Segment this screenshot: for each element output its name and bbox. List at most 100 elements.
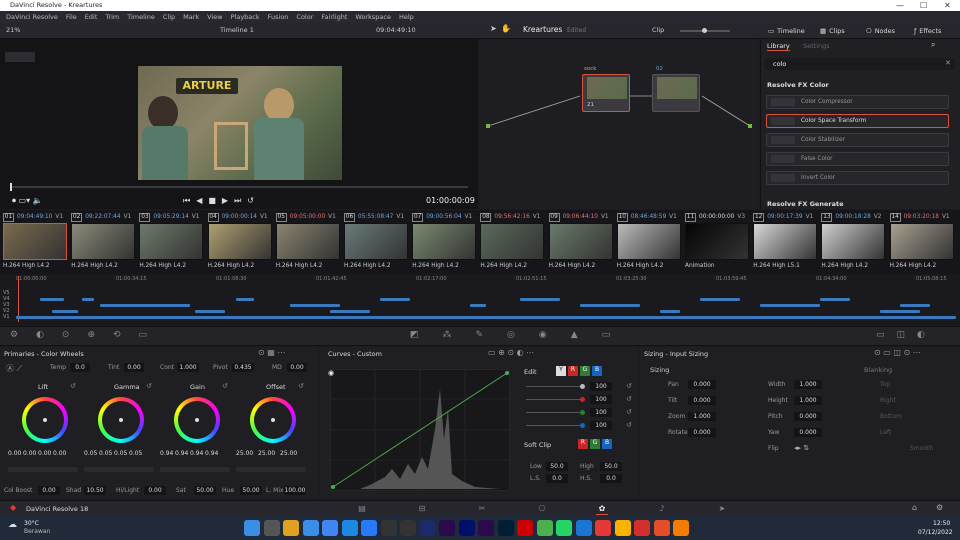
color-wheel[interactable] — [98, 397, 144, 443]
maximize-icon[interactable]: ☐ — [920, 0, 927, 11]
wheel-value[interactable]: 25.00 — [280, 450, 297, 457]
clip-thumbnail[interactable] — [889, 223, 954, 260]
edit-value[interactable]: 100 — [590, 408, 612, 417]
taskbar-app-icon[interactable] — [283, 520, 299, 536]
timeline-clip[interactable] — [580, 304, 640, 307]
channel-toggles[interactable]: Y R G B — [556, 366, 612, 376]
wheel-value[interactable]: 0.00 — [23, 450, 36, 457]
fx-item[interactable]: False Color — [766, 152, 949, 166]
taskbar-app-icon[interactable] — [478, 520, 494, 536]
timeline-clip[interactable] — [330, 310, 370, 313]
page-button[interactable]: ▤ — [356, 503, 368, 515]
color-wheel[interactable] — [174, 397, 220, 443]
taskbar-app-icon[interactable] — [263, 520, 280, 536]
sizing-param-field[interactable]: 1.000 — [794, 380, 822, 389]
timeline-clip[interactable] — [290, 304, 340, 307]
tab-settings[interactable]: Settings — [803, 42, 830, 50]
timeline-clip[interactable] — [700, 298, 740, 301]
taskbar-app-icon[interactable] — [380, 520, 397, 536]
menu-item[interactable]: Clip — [159, 13, 179, 21]
master-wheel-slider[interactable] — [236, 467, 306, 472]
timeline-clip[interactable] — [52, 310, 78, 313]
taskbar-app-icon[interactable] — [497, 520, 514, 536]
edit-slider[interactable] — [526, 410, 585, 415]
menu-item[interactable]: Trim — [101, 13, 123, 21]
sizing-param-field[interactable]: 0.000 — [794, 412, 822, 421]
color-tools-center[interactable]: ◩⁂✎◎◉▲▭ — [410, 330, 634, 340]
wheel-value[interactable]: 0.94 — [190, 450, 203, 457]
clip-thumbnail[interactable] — [412, 223, 477, 260]
clip-thumbnail[interactable] — [3, 223, 67, 260]
bottom-param-field[interactable]: 0.00 — [144, 486, 166, 495]
bottom-param-field[interactable]: 50.00 — [240, 486, 262, 495]
sizing-param-field[interactable]: 0.000 — [688, 428, 716, 437]
low-field[interactable]: 50.0 — [546, 462, 568, 471]
tab-library[interactable]: Library — [767, 42, 790, 51]
clip-thumbnail[interactable] — [344, 223, 408, 260]
reset-icon[interactable]: ↺ — [298, 382, 304, 390]
weather-icon[interactable]: ☁ — [8, 520, 17, 530]
master-wheel-slider[interactable] — [84, 467, 154, 472]
clip-thumbnail[interactable] — [207, 223, 272, 260]
transport-controls[interactable]: ⏮◀■▶⏭↺ — [183, 196, 260, 206]
home-icon[interactable]: ⌂ — [912, 503, 917, 512]
wheel-value[interactable]: 0.05 — [129, 450, 142, 457]
timeline-clip[interactable] — [820, 298, 850, 301]
viewer-options-icon[interactable]: ⏺ ▭▾ 🔈 — [12, 196, 43, 206]
clip-thumbnail[interactable] — [139, 223, 204, 260]
taskbar-app-icon[interactable] — [419, 520, 436, 536]
flip-icon[interactable]: ◂▸ ⇅ — [794, 444, 809, 452]
fx-item[interactable]: Color Stabilizer — [766, 133, 949, 147]
timeline-clip[interactable] — [16, 316, 956, 319]
taskbar-app-icon[interactable] — [458, 520, 475, 536]
taskbar-app-icon[interactable] — [673, 520, 689, 536]
timeline-toggle-button[interactable]: ▭ Timeline — [768, 25, 805, 37]
taskbar-app-icon[interactable] — [595, 520, 611, 536]
sizing-param-field[interactable]: 0.000 — [794, 428, 822, 437]
wheel-value[interactable]: 0.05 — [99, 450, 112, 457]
clip-thumbnail[interactable] — [71, 223, 136, 260]
timeline-ruler[interactable]: 01:00:00:00 01:00:34:15 01:01:08:30 01:01:4… — [0, 276, 960, 286]
section-resolve-fx-generate[interactable]: Resolve FX Generate — [767, 200, 844, 208]
taskbar-app-icon[interactable] — [400, 520, 416, 536]
page-button[interactable]: ⎔ — [536, 503, 548, 515]
node-01[interactable]: 21 — [582, 74, 630, 112]
edit-slider[interactable] — [526, 397, 585, 402]
pointer-icon[interactable]: ➤ — [490, 24, 497, 33]
taskbar-app-icon[interactable] — [653, 520, 670, 536]
timeline-clip[interactable] — [195, 310, 225, 313]
menu-item[interactable]: Fairlight — [317, 13, 351, 21]
wheel-value[interactable]: 0.00 — [53, 450, 66, 457]
timeline-clip[interactable] — [40, 298, 64, 301]
settings-icon[interactable]: ⚙ — [936, 503, 943, 512]
color-wheel[interactable] — [22, 397, 68, 443]
tint-field[interactable]: 0.00 — [124, 363, 144, 372]
taskbar-app-icon[interactable] — [361, 520, 377, 536]
md-field[interactable]: 0.00 — [287, 363, 307, 372]
taskbar-app-icon[interactable] — [439, 520, 455, 536]
taskbar-app-icon[interactable] — [614, 520, 631, 536]
section-resolve-fx-color[interactable]: Resolve FX Color — [767, 81, 829, 89]
menu-item[interactable]: Edit — [81, 13, 102, 21]
edit-value[interactable]: 100 — [590, 395, 612, 404]
reset-icon[interactable]: ↺ — [222, 382, 228, 390]
bottom-param-field[interactable]: 0.00 — [38, 486, 60, 495]
search-icon[interactable]: ⌕ — [931, 40, 935, 50]
curve-point-icon[interactable]: ◉ — [328, 369, 334, 377]
menu-item[interactable]: View — [203, 13, 226, 21]
close-icon[interactable]: ✕ — [944, 0, 951, 11]
wheel-value[interactable]: 0.00 — [38, 450, 51, 457]
wheel-value[interactable]: 0.94 — [160, 450, 173, 457]
edit-value[interactable]: 100 — [590, 382, 612, 391]
reset-icon[interactable]: ↺ — [626, 395, 632, 403]
taskbar-app-icon[interactable] — [341, 520, 358, 536]
minimize-icon[interactable]: — — [896, 0, 904, 11]
edit-value[interactable]: 100 — [590, 421, 612, 430]
softclip-channel-toggles[interactable]: R G B — [578, 439, 618, 449]
timeline-clip[interactable] — [470, 304, 486, 307]
reset-icon[interactable]: ↺ — [146, 382, 152, 390]
zoom-level[interactable]: 21% — [6, 26, 20, 34]
hand-icon[interactable]: ✋ — [501, 24, 511, 33]
clip-thumbnail[interactable] — [548, 223, 613, 260]
menu-item[interactable]: Workspace — [351, 13, 395, 21]
